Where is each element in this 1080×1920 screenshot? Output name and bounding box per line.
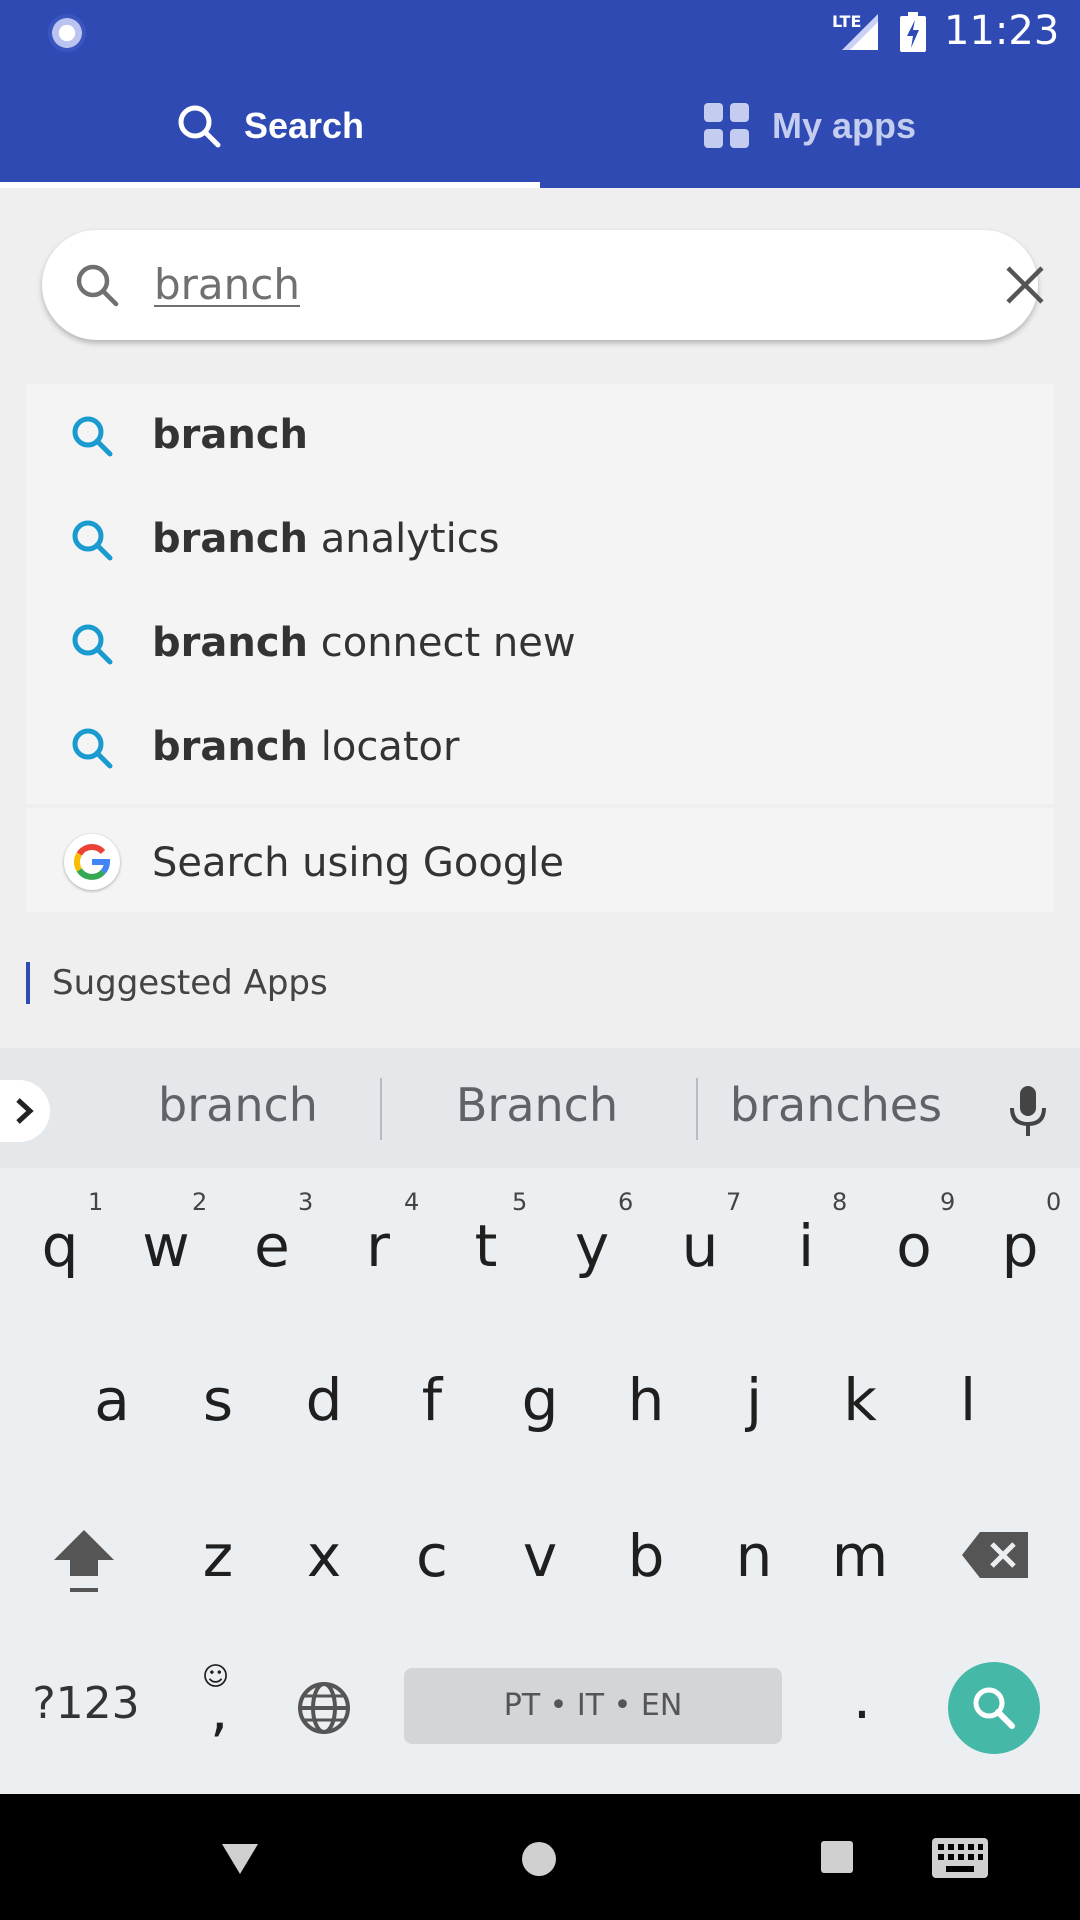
back-icon[interactable] xyxy=(220,1842,260,1876)
keyboard-suggestion-strip: branch Branch branches xyxy=(0,1048,1080,1168)
key-c[interactable]: c xyxy=(400,1522,464,1590)
keyboard-suggestion[interactable]: branch xyxy=(118,1078,358,1132)
search-using-google[interactable]: Search using Google xyxy=(26,808,1054,912)
key-k[interactable]: k xyxy=(828,1366,892,1434)
google-icon xyxy=(64,834,120,890)
search-icon xyxy=(973,1687,1015,1729)
tab-search-label: Search xyxy=(243,105,365,146)
search-action-button[interactable] xyxy=(948,1662,1040,1754)
search-icon xyxy=(76,264,119,307)
clear-icon[interactable] xyxy=(1000,260,1050,310)
suggestion-item[interactable]: branch xyxy=(26,384,1054,488)
key-l[interactable]: l xyxy=(936,1366,1000,1434)
divider xyxy=(380,1078,382,1140)
status-bar: LTE 11:23 xyxy=(0,0,1080,64)
comma-emoji-key[interactable]: ☺ , xyxy=(196,1662,236,1746)
suggestion-item[interactable]: branch analytics xyxy=(26,488,1054,592)
suggestion-text: branch locator xyxy=(152,724,460,770)
chevron-right-icon xyxy=(16,1098,34,1124)
symbols-key[interactable]: ?123 xyxy=(26,1678,146,1729)
suggestion-item[interactable]: branch connect new xyxy=(26,592,1054,696)
key-w[interactable]: w2 xyxy=(134,1188,207,1280)
key-q[interactable]: q1 xyxy=(28,1188,104,1280)
search-icon xyxy=(72,520,113,561)
key-a[interactable]: a xyxy=(80,1366,144,1434)
recents-icon[interactable] xyxy=(820,1840,854,1874)
key-e[interactable]: e3 xyxy=(240,1188,313,1280)
search-icon xyxy=(178,105,221,148)
search-icon xyxy=(72,624,113,665)
tab-indicator xyxy=(0,182,540,188)
search-icon xyxy=(72,728,113,769)
tab-search[interactable]: Search xyxy=(0,64,540,188)
backspace-icon[interactable] xyxy=(962,1532,1028,1578)
tab-bar: Search My apps xyxy=(0,64,1080,188)
key-t[interactable]: t5 xyxy=(454,1188,528,1280)
key-s[interactable]: s xyxy=(186,1366,250,1434)
clock: 11:23 xyxy=(944,8,1060,54)
signal-icon xyxy=(842,14,878,50)
suggestion-text: branch xyxy=(152,412,309,458)
key-m[interactable]: m xyxy=(828,1522,892,1590)
grid-icon xyxy=(703,103,749,148)
home-icon[interactable] xyxy=(520,1840,558,1878)
tab-my-apps[interactable]: My apps xyxy=(540,64,1080,188)
key-z[interactable]: z xyxy=(186,1522,250,1590)
key-d[interactable]: d xyxy=(292,1366,356,1434)
sync-icon xyxy=(48,14,86,52)
keyboard: q1 w2 e3 r4 t5 y6 u7 i8 o9 p0 a s d f g … xyxy=(0,1168,1080,1794)
key-i[interactable]: i8 xyxy=(774,1188,847,1280)
expand-suggestions-button[interactable] xyxy=(0,1080,50,1142)
suggestion-list: branch branch analytics branch connect n… xyxy=(26,384,1054,804)
keyboard-icon[interactable] xyxy=(932,1838,988,1878)
suggestion-text: branch analytics xyxy=(152,516,500,562)
key-p[interactable]: p0 xyxy=(988,1188,1062,1280)
key-g[interactable]: g xyxy=(508,1366,572,1434)
search-input[interactable]: branch xyxy=(154,260,300,309)
microphone-icon[interactable] xyxy=(1006,1086,1050,1138)
space-key[interactable]: PT • IT • EN xyxy=(404,1668,782,1744)
keyboard-suggestion[interactable]: branches xyxy=(716,1078,956,1132)
key-j[interactable]: j xyxy=(722,1366,786,1434)
period-key[interactable]: . xyxy=(842,1664,882,1732)
battery-charging-icon xyxy=(900,12,926,52)
navigation-bar xyxy=(0,1794,1080,1920)
tab-my-apps-label: My apps xyxy=(771,105,917,146)
key-r[interactable]: r4 xyxy=(346,1188,419,1280)
keyboard-suggestion[interactable]: Branch xyxy=(412,1078,662,1132)
key-u[interactable]: u7 xyxy=(668,1188,742,1280)
search-using-google-label: Search using Google xyxy=(152,840,564,886)
globe-icon[interactable] xyxy=(296,1680,352,1736)
shift-icon[interactable] xyxy=(52,1526,116,1596)
key-v[interactable]: v xyxy=(508,1522,572,1590)
suggested-apps-heading: Suggested Apps xyxy=(26,962,328,1004)
divider xyxy=(696,1078,698,1140)
suggestion-item[interactable]: branch locator xyxy=(26,696,1054,800)
key-f[interactable]: f xyxy=(400,1366,464,1434)
search-icon xyxy=(72,416,113,457)
key-n[interactable]: n xyxy=(722,1522,786,1590)
key-y[interactable]: y6 xyxy=(560,1188,633,1280)
key-o[interactable]: o9 xyxy=(882,1188,955,1280)
key-b[interactable]: b xyxy=(614,1522,678,1590)
search-bar[interactable]: branch xyxy=(42,230,1044,340)
key-x[interactable]: x xyxy=(292,1522,356,1590)
suggestion-text: branch connect new xyxy=(152,620,576,666)
key-h[interactable]: h xyxy=(614,1366,678,1434)
